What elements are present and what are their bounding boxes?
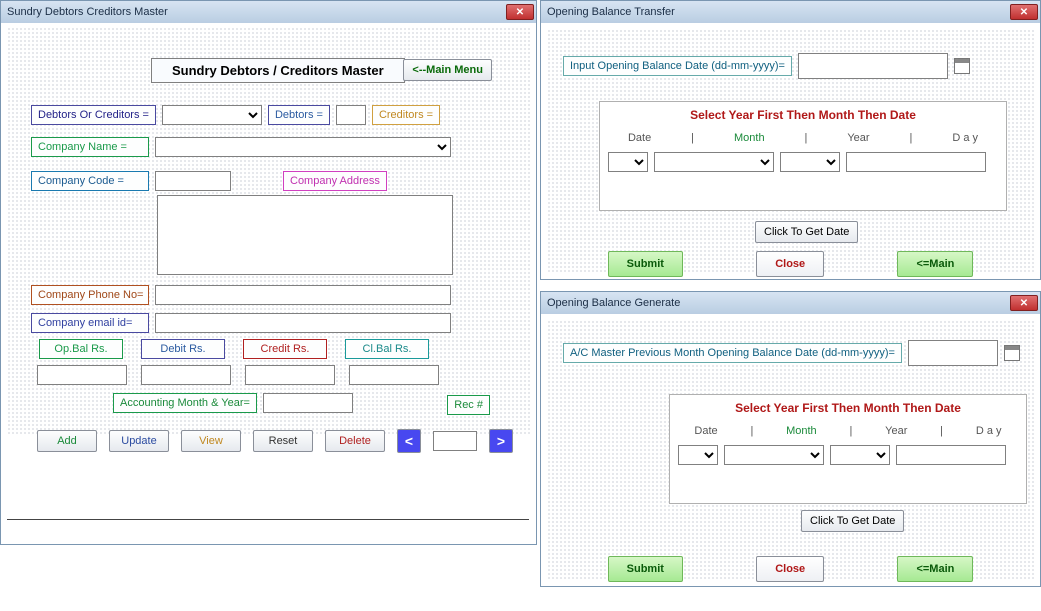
titlebar-obt: Opening Balance Transfer ✕ (541, 1, 1040, 23)
add-button[interactable]: Add (37, 430, 97, 452)
submit-button[interactable]: Submit (608, 556, 683, 582)
input-op-bal[interactable] (37, 365, 127, 385)
input-cl-bal[interactable] (349, 365, 439, 385)
input-credit[interactable] (245, 365, 335, 385)
input-obg-day[interactable] (896, 445, 1006, 465)
input-obg-date[interactable] (908, 340, 998, 366)
click-get-date-button[interactable]: Click To Get Date (801, 510, 904, 532)
close-icon[interactable]: ✕ (1010, 4, 1038, 20)
view-button[interactable]: View (181, 430, 241, 452)
window-opening-balance-transfer: Opening Balance Transfer ✕ Input Opening… (540, 0, 1041, 280)
calendar-icon[interactable] (954, 58, 970, 74)
label-debit: Debit Rs. (141, 339, 225, 359)
click-get-date-button[interactable]: Click To Get Date (755, 221, 858, 243)
main-button[interactable]: <=Main (897, 556, 973, 582)
divider (7, 519, 529, 520)
delete-button[interactable]: Delete (325, 430, 385, 452)
input-creditors[interactable] (446, 105, 476, 125)
label-company-phone: Company Phone No= (31, 285, 149, 305)
select-obt-date[interactable] (608, 152, 648, 172)
close-icon[interactable]: ✕ (1010, 295, 1038, 311)
page-title: Sundry Debtors / Creditors Master (151, 58, 405, 83)
label-col-date: Date (628, 132, 651, 144)
title-obg: Opening Balance Generate (547, 297, 1010, 309)
input-debtors[interactable] (336, 105, 366, 125)
label-col-month: Month (786, 425, 817, 437)
select-obg-month[interactable] (724, 445, 824, 465)
prev-button[interactable]: < (397, 429, 421, 453)
label-col-day: D a y (976, 425, 1002, 437)
input-obt-date[interactable] (798, 53, 948, 79)
textarea-company-address[interactable] (157, 195, 453, 275)
label-col-year: Year (847, 132, 869, 144)
main-menu-button[interactable]: <--Main Menu (403, 59, 492, 81)
label-col-year: Year (885, 425, 907, 437)
label-acct-month: Accounting Month & Year= (113, 393, 257, 413)
label-obg-input-date: A/C Master Previous Month Opening Balanc… (563, 343, 902, 363)
group-obg-date: Select Year First Then Month Then Date D… (669, 394, 1027, 504)
input-rec-no[interactable] (433, 431, 477, 451)
submit-button[interactable]: Submit (608, 251, 683, 277)
label-obt-input-date: Input Opening Balance Date (dd-mm-yyyy)= (563, 56, 792, 76)
label-col-day: D a y (952, 132, 978, 144)
row-obg-col-headers: Date| Month| Year| D a y (670, 421, 1026, 441)
label-col-date: Date (694, 425, 717, 437)
titlebar-sundry: Sundry Debtors Creditors Master ✕ (1, 1, 536, 23)
label-rec-no: Rec # (447, 395, 490, 415)
input-company-code[interactable] (155, 171, 231, 191)
label-debtors: Debtors = (268, 105, 330, 125)
label-company-name: Company Name = (31, 137, 149, 157)
label-creditors: Creditors = (372, 105, 440, 125)
close-icon[interactable]: ✕ (506, 4, 534, 20)
label-company-code: Company Code = (31, 171, 149, 191)
label-col-month: Month (734, 132, 765, 144)
label-company-email: Company email id= (31, 313, 149, 333)
update-button[interactable]: Update (109, 430, 169, 452)
input-debit[interactable] (141, 365, 231, 385)
input-company-email[interactable] (155, 313, 451, 333)
label-company-address: Company Address (283, 171, 387, 191)
window-opening-balance-generate: Opening Balance Generate ✕ A/C Master Pr… (540, 291, 1041, 587)
label-cl-bal: Cl.Bal Rs. (345, 339, 429, 359)
window-sundry-debtors: Sundry Debtors Creditors Master ✕ Sundry… (0, 0, 537, 545)
row-obt-col-headers: Date| Month| Year| D a y (600, 128, 1006, 148)
main-button[interactable]: <=Main (897, 251, 973, 277)
select-company-name[interactable] (155, 137, 451, 157)
titlebar-obg: Opening Balance Generate ✕ (541, 292, 1040, 314)
label-obt-section: Select Year First Then Month Then Date (600, 102, 1006, 128)
input-acct-month[interactable] (263, 393, 353, 413)
close-button[interactable]: Close (756, 251, 824, 277)
label-credit: Credit Rs. (243, 339, 327, 359)
reset-button[interactable]: Reset (253, 430, 313, 452)
select-debtors-or-creditors[interactable] (162, 105, 262, 125)
label-obg-section: Select Year First Then Month Then Date (670, 395, 1026, 421)
group-obt-date: Select Year First Then Month Then Date D… (599, 101, 1007, 211)
select-obg-year[interactable] (830, 445, 890, 465)
label-op-bal: Op.Bal Rs. (39, 339, 123, 359)
input-obt-day[interactable] (846, 152, 986, 172)
calendar-icon[interactable] (1004, 345, 1020, 361)
close-button[interactable]: Close (756, 556, 824, 582)
select-obt-year[interactable] (780, 152, 840, 172)
title-sundry: Sundry Debtors Creditors Master (7, 6, 506, 18)
label-debtors-or-creditors: Debtors Or Creditors = (31, 105, 156, 125)
input-company-phone[interactable] (155, 285, 451, 305)
title-obt: Opening Balance Transfer (547, 6, 1010, 18)
select-obg-date[interactable] (678, 445, 718, 465)
next-button[interactable]: > (489, 429, 513, 453)
select-obt-month[interactable] (654, 152, 774, 172)
